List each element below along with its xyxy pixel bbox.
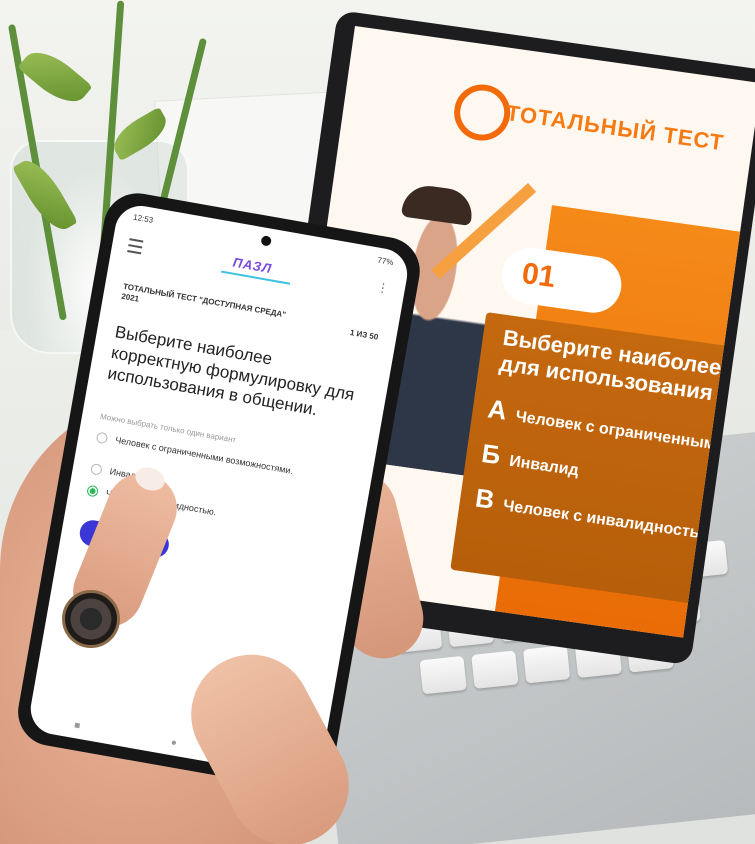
question-progress: 1 ИЗ 50 xyxy=(349,327,379,342)
quiz-title: ТОТАЛЬНЫЙ ТЕСТ "ДОСТУПНАЯ СРЕДА" 2021 xyxy=(120,281,287,320)
menu-icon[interactable] xyxy=(127,238,144,255)
radio-button[interactable] xyxy=(95,431,109,445)
keyboard-key xyxy=(522,645,571,684)
status-time: 12:53 xyxy=(132,212,154,225)
ring xyxy=(62,590,120,648)
laptop-brand-title: ТОТАЛЬНЫЙ ТЕСТ xyxy=(504,100,726,156)
keyboard-key xyxy=(419,655,467,695)
nav-recent-icon[interactable]: ■ xyxy=(73,720,81,732)
keyboard-key xyxy=(471,650,519,689)
radio-button-checked[interactable] xyxy=(86,484,99,498)
answer-letter: Б xyxy=(479,437,503,471)
more-options-icon[interactable]: ⋮ xyxy=(376,280,390,296)
answer-letter: В xyxy=(473,482,497,515)
radio-button[interactable] xyxy=(90,463,103,476)
test-logo-icon xyxy=(450,80,514,145)
answer-letter: А xyxy=(486,393,509,426)
nav-home-icon[interactable]: ● xyxy=(170,737,178,749)
question-text: Выберите наиболее корректную формулировк… xyxy=(106,322,356,420)
status-battery: 77% xyxy=(376,255,395,268)
photo-scene: ТОТАЛЬНЫЙ ТЕСТ 01 Выберите наиболее к...… xyxy=(0,0,755,844)
laptop-question-number: 01 xyxy=(519,256,558,295)
